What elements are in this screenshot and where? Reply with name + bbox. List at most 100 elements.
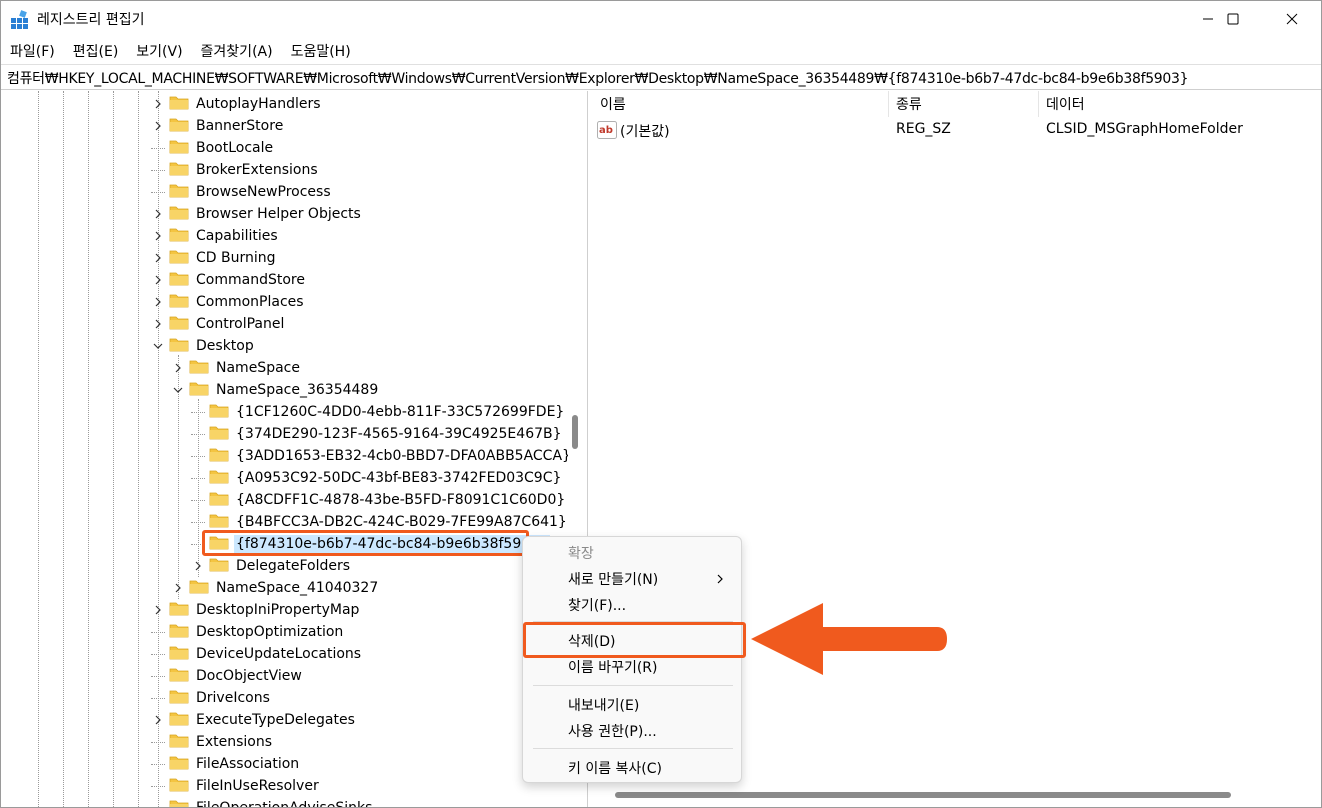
chevron-right-icon[interactable] [151,229,165,243]
tree-item[interactable]: FileAssociation [151,753,301,775]
tree-item[interactable]: {A8CDFF1C-4878-43be-B5FD-F8091C1C60D0} [191,489,567,511]
tree-item[interactable]: ControlPanel [151,313,286,335]
tree-scrollbar-thumb[interactable] [572,415,578,449]
column-header-name[interactable]: 이름 [593,91,889,117]
chevron-right-icon[interactable] [191,559,205,573]
tree-connector [191,455,205,457]
tree-item[interactable]: {374DE290-123F-4565-9164-39C4925E467B} [191,423,564,445]
tree-item[interactable]: Capabilities [151,225,280,247]
tree-item-label: NameSpace_41040327 [216,580,379,596]
tree-item[interactable]: Desktop [151,335,256,357]
menu-edit[interactable]: 편집(E) [64,39,128,63]
menu-file[interactable]: 파일(F) [1,39,64,63]
chevron-right-icon[interactable] [151,295,165,309]
column-header-type[interactable]: 종류 [889,91,1039,117]
tree-item-label: Capabilities [196,228,278,244]
values-horizontal-scrollbar[interactable] [615,792,1231,798]
chevron-right-icon[interactable] [151,603,165,617]
close-button[interactable] [1269,1,1315,37]
tree-item-label: FileInUseResolver [196,778,319,794]
menu-help[interactable]: 도움말(H) [282,39,360,63]
close-icon [1286,13,1298,25]
chevron-right-icon[interactable] [171,581,185,595]
tree-item[interactable]: NameSpace_41040327 [171,577,380,599]
menu-item-permissions[interactable]: 사용 권한(P)... [523,718,741,744]
tree-item-label: {3ADD1653-EB32-4cb0-BBD7-DFA0ABB5ACCA} [236,448,571,464]
chevron-down-icon[interactable] [171,383,185,397]
chevron-right-icon[interactable] [151,273,165,287]
folder-icon [209,490,234,510]
tree-item[interactable]: FileOperationAdviseSinks [151,797,374,807]
chevron-right-icon[interactable] [151,119,165,133]
tree-item[interactable]: {1CF1260C-4DD0-4ebb-811F-33C572699FDE} [191,401,566,423]
value-row[interactable]: ab (기본값) REG_SZ CLSID_MSGraphHomeFolder [593,119,1321,141]
value-data: CLSID_MSGraphHomeFolder [1046,121,1243,137]
folder-icon [169,226,194,246]
chevron-right-icon[interactable] [151,97,165,111]
tree-item[interactable]: DesktopOptimization [151,621,345,643]
value-name: (기본값) [620,124,670,140]
delete-item-highlight [523,622,746,658]
tree-connector [191,521,205,523]
folder-icon [169,182,194,202]
tree-item[interactable]: DriveIcons [151,687,272,709]
folder-icon [169,666,194,686]
chevron-right-icon[interactable] [151,207,165,221]
maximize-button[interactable] [1210,1,1256,37]
tree-item[interactable]: {A0953C92-50DC-43bf-BE83-3742FED03C9C} [191,467,563,489]
tree-item-label: BannerStore [196,118,284,134]
folder-icon [209,424,234,444]
folder-icon [169,732,194,752]
chevron-right-icon[interactable] [171,361,185,375]
tree-item[interactable]: BrokerExtensions [151,159,320,181]
tree-item[interactable]: BrowseNewProcess [151,181,333,203]
tree-item-label: BootLocale [196,140,274,156]
tree-item[interactable]: DelegateFolders [191,555,352,577]
menu-view[interactable]: 보기(V) [127,39,191,63]
tree-item[interactable]: Browser Helper Objects [151,203,363,225]
menu-item-new[interactable]: 새로 만들기(N) [523,566,741,592]
tree-item[interactable]: DesktopIniPropertyMap [151,599,361,621]
tree-item[interactable]: NameSpace_36354489 [171,379,380,401]
tree-item[interactable]: {3ADD1653-EB32-4cb0-BBD7-DFA0ABB5ACCA} [191,445,573,467]
menu-item-find[interactable]: 찾기(F)... [523,592,741,618]
column-header-data[interactable]: 데이터 [1039,91,1321,117]
chevron-down-icon[interactable] [151,339,165,353]
menu-separator [533,748,733,749]
chevron-right-icon[interactable] [151,713,165,727]
menu-item-export[interactable]: 내보내기(E) [523,692,741,718]
registry-editor-window: 레지스트리 편집기 파일(F) 편집(E) 보기(V) 즐겨찾기(A) 도움말(… [0,0,1322,808]
tree-item[interactable]: AutoplayHandlers [151,93,323,115]
tree-item-label: NameSpace [216,360,300,376]
key-tree-pane[interactable]: AutoplayHandlers BannerStore BootLocale Bro… [1,91,588,807]
menu-item-copy-key-name[interactable]: 키 이름 복사(C) [523,755,741,781]
tree-connector [151,653,165,655]
tree-item[interactable]: CD Burning [151,247,278,269]
address-bar[interactable]: 컴퓨터₩HKEY_LOCAL_MACHINE₩SOFTWARE₩Microsof… [1,64,1321,90]
tree-item[interactable]: Extensions [151,731,274,753]
chevron-right-icon[interactable] [151,251,165,265]
tree-item[interactable]: DeviceUpdateLocations [151,643,363,665]
tree-connector [151,191,165,193]
tree-item[interactable]: BannerStore [151,115,285,137]
menu-item-label: 키 이름 복사(C) [568,761,662,777]
tree-item-label: Desktop [196,338,254,354]
chevron-right-icon[interactable] [151,317,165,331]
tree-item[interactable]: NameSpace [171,357,302,379]
tree-item[interactable]: FileInUseResolver [151,775,321,797]
menu-favorites[interactable]: 즐겨찾기(A) [192,39,282,63]
tree-item-label: Browser Helper Objects [196,206,361,222]
tree-connector [191,477,205,479]
tree-item[interactable]: ExecuteTypeDelegates [151,709,357,731]
menu-item-label: 새로 만들기(N) [568,572,659,588]
folder-icon [209,468,234,488]
tree-item[interactable]: CommonPlaces [151,291,306,313]
window-title: 레지스트리 편집기 [37,12,145,28]
tree-item[interactable]: CommandStore [151,269,307,291]
tree-item[interactable]: BootLocale [151,137,275,159]
tree-item[interactable]: DocObjectView [151,665,304,687]
registry-editor-icon [11,10,28,29]
folder-icon [169,600,194,620]
menu-separator [533,685,733,686]
tree-guide-line [88,91,89,807]
